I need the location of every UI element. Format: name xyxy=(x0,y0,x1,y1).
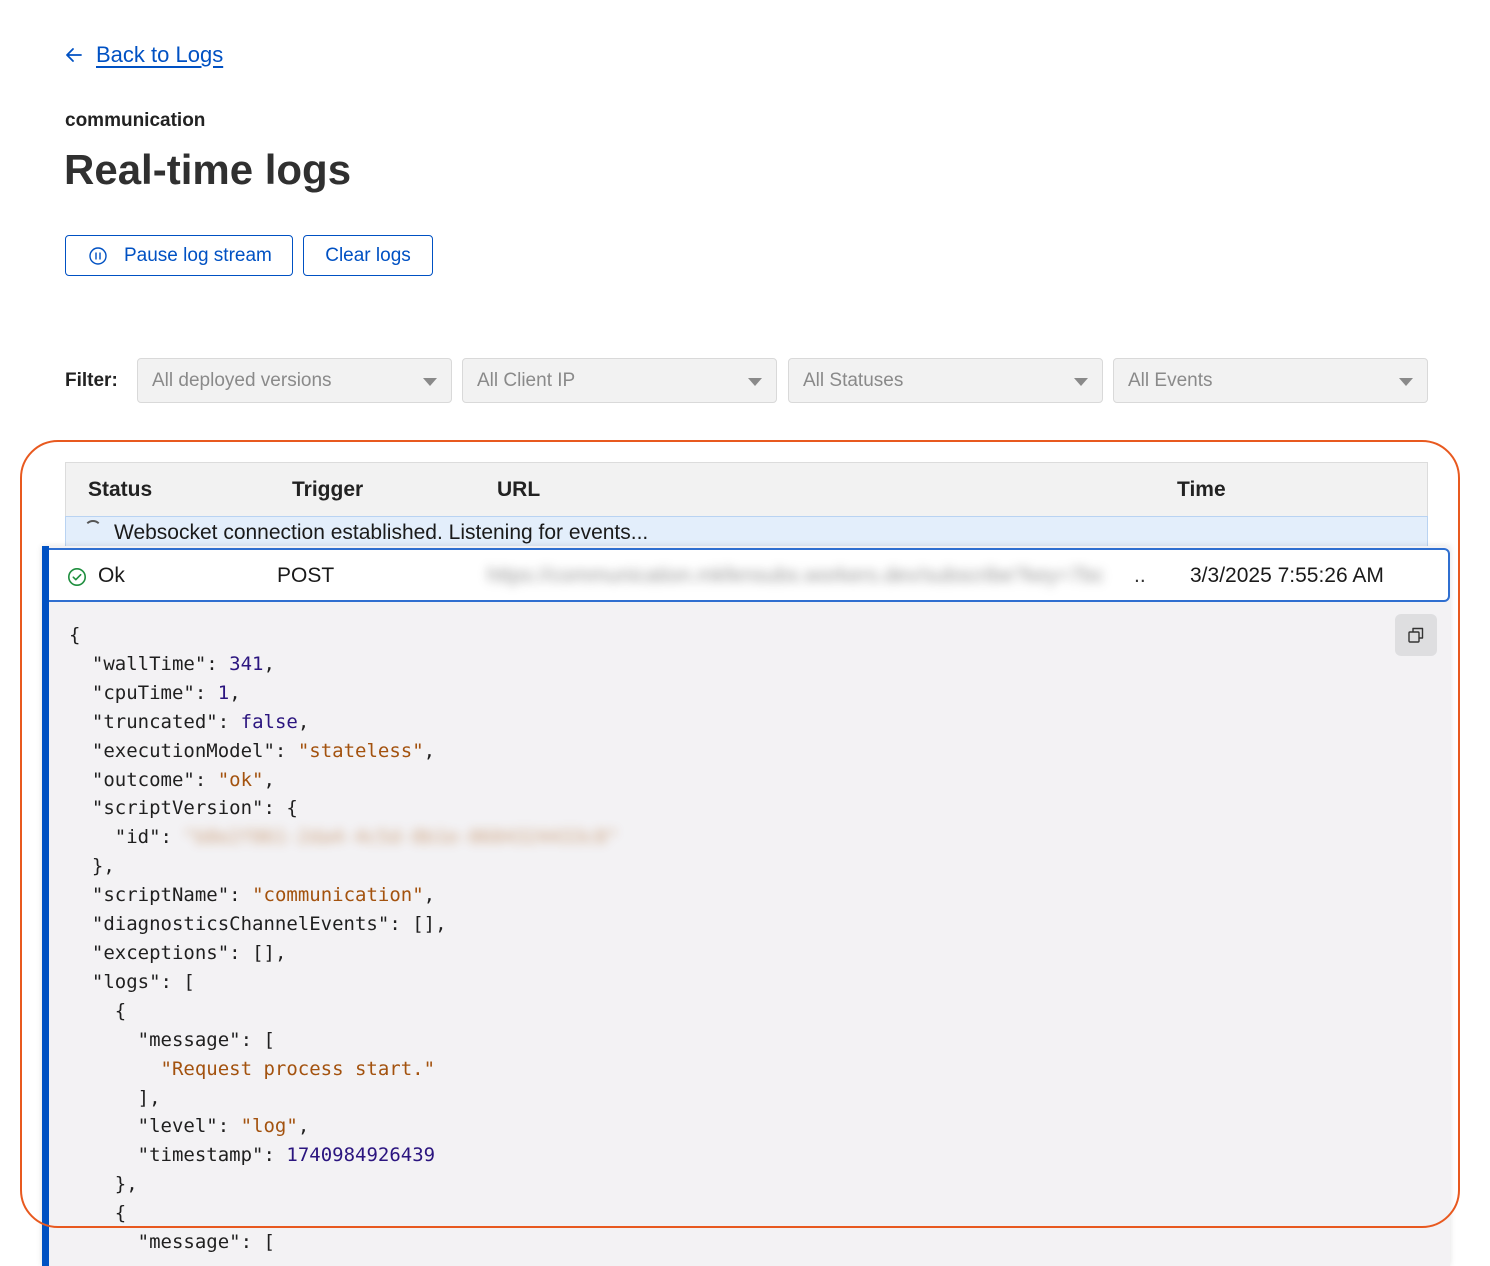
websocket-status-text: Websocket connection established. Listen… xyxy=(114,521,649,544)
column-trigger: Trigger xyxy=(292,478,364,501)
back-to-logs-link[interactable]: Back to Logs xyxy=(64,42,223,68)
table-header: Status Trigger URL Time xyxy=(65,462,1428,516)
arrow-left-icon xyxy=(66,48,82,62)
deployed-versions-select[interactable]: All deployed versions xyxy=(137,358,452,403)
copy-button[interactable] xyxy=(1395,614,1437,656)
client-ip-value: All Client IP xyxy=(477,369,576,391)
copy-icon xyxy=(1408,627,1424,643)
client-ip-select[interactable]: All Client IP xyxy=(462,358,777,403)
log-json-viewer: { "wallTime": 341, "cpuTime": 1, "trunca… xyxy=(69,624,619,1254)
check-circle-icon xyxy=(68,568,86,586)
row-status: Ok xyxy=(98,564,125,587)
chevron-down-icon xyxy=(423,378,437,386)
statuses-select[interactable]: All Statuses xyxy=(788,358,1103,403)
events-value: All Events xyxy=(1128,369,1213,391)
worker-name: communication xyxy=(65,110,206,131)
pause-log-stream-button[interactable]: Pause log stream xyxy=(65,235,293,276)
filter-label: Filter: xyxy=(65,370,118,391)
spinner-icon xyxy=(84,520,102,538)
back-to-logs-label: Back to Logs xyxy=(96,42,224,67)
column-status: Status xyxy=(88,478,153,501)
column-url: URL xyxy=(497,478,541,501)
column-time: Time xyxy=(1177,478,1226,501)
statuses-value: All Statuses xyxy=(803,369,904,391)
table-row[interactable]: Ok POST https://communication.mkfensubs.… xyxy=(49,548,1450,602)
deployed-versions-value: All deployed versions xyxy=(152,369,332,391)
row-time: 3/3/2025 7:55:26 AM xyxy=(1190,564,1384,587)
events-select[interactable]: All Events xyxy=(1113,358,1428,403)
page-title: Real-time logs xyxy=(64,146,352,193)
pause-log-stream-label: Pause log stream xyxy=(124,244,272,266)
clear-logs-button[interactable]: Clear logs xyxy=(303,235,433,276)
log-entry-panel: Ok POST https://communication.mkfensubs.… xyxy=(42,546,1450,1266)
chevron-down-icon xyxy=(1399,378,1413,386)
pause-circle-icon xyxy=(89,246,107,265)
chevron-down-icon xyxy=(1074,378,1088,386)
row-url: https://communication.mkfensubs.workers.… xyxy=(487,564,1104,587)
row-url-ellipsis: .. xyxy=(1134,564,1146,587)
chevron-down-icon xyxy=(748,378,762,386)
row-trigger: POST xyxy=(277,564,335,587)
websocket-status-banner: Websocket connection established. Listen… xyxy=(65,516,1428,548)
